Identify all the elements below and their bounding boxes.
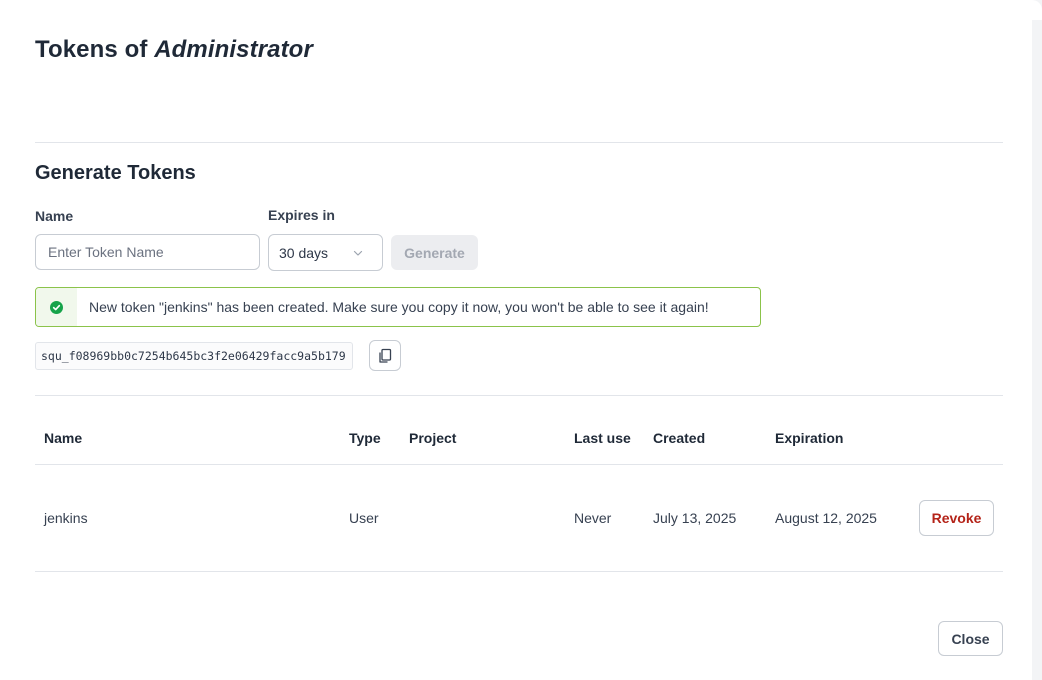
dialog-title: Tokens of Administrator [35, 36, 313, 64]
dialog-title-user: Administrator [154, 36, 313, 63]
close-button[interactable]: Close [938, 621, 1003, 656]
success-alert: New token "jenkins" has been created. Ma… [35, 287, 761, 327]
expires-select[interactable]: 30 days [268, 234, 383, 271]
col-header-created: Created [653, 430, 706, 446]
generate-tokens-heading: Generate Tokens [35, 162, 196, 184]
col-header-type: Type [349, 430, 381, 446]
col-header-project: Project [409, 430, 457, 446]
chevron-down-icon [353, 250, 363, 256]
name-label: Name [35, 208, 74, 224]
cell-token-name: jenkins [44, 510, 88, 526]
generate-button[interactable]: Generate [391, 235, 478, 270]
alert-message: New token "jenkins" has been created. Ma… [89, 299, 709, 315]
table-top-divider [35, 395, 1003, 396]
backdrop-edge [1032, 0, 1042, 680]
expires-label: Expires in [268, 207, 335, 223]
token-name-input[interactable] [35, 234, 260, 270]
tokens-dialog: Tokens of Administrator Generate Tokens … [0, 0, 1032, 680]
header-divider [35, 142, 1003, 143]
alert-icon-container [36, 288, 77, 326]
col-header-last-use: Last use [574, 430, 631, 446]
copy-token-button[interactable] [369, 340, 401, 371]
revoke-button[interactable]: Revoke [919, 500, 994, 536]
col-header-name: Name [44, 430, 83, 446]
check-circle-icon [50, 300, 63, 314]
token-value[interactable]: squ_f08969bb0c7254b645bc3f2e06429facc9a5… [35, 342, 353, 370]
cell-created: July 13, 2025 [653, 510, 737, 526]
cell-expiration: August 12, 2025 [775, 510, 877, 526]
cell-token-type: User [349, 510, 379, 526]
table-header-divider [35, 464, 1003, 465]
copy-icon [379, 348, 392, 363]
cell-last-use: Never [574, 510, 612, 526]
dialog-title-prefix: Tokens of [35, 36, 155, 63]
expires-select-value: 30 days [279, 244, 329, 261]
col-header-expiration: Expiration [775, 430, 844, 446]
table-bottom-divider [35, 571, 1003, 572]
